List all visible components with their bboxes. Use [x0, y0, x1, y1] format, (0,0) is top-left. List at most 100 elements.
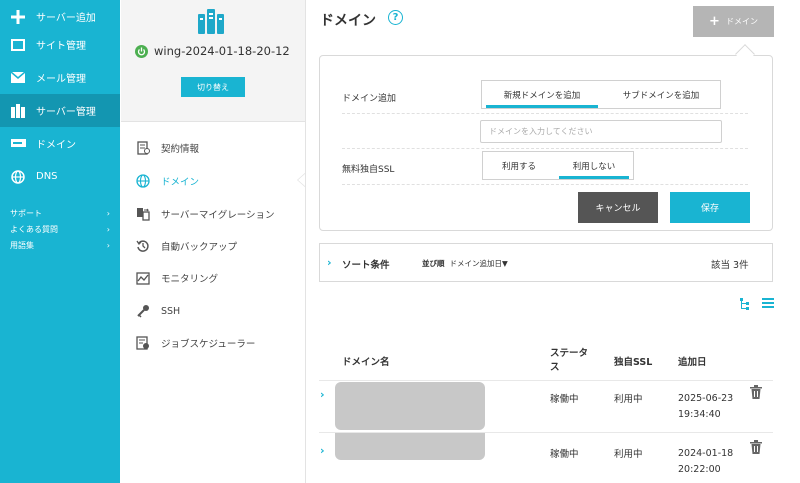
trash-icon[interactable] [750, 440, 762, 454]
menu-item-server-migration[interactable]: サーバーマイグレーション [135, 203, 275, 225]
menu-label: モニタリング [161, 274, 219, 285]
trash-icon[interactable] [750, 385, 762, 399]
domain-type-selector: 新規ドメインを追加 サブドメインを追加 [481, 80, 721, 109]
nav-sub-faq[interactable]: よくある質問 › [10, 223, 110, 235]
form-divider [342, 184, 748, 185]
form-divider [342, 113, 748, 114]
ssl-no-use-option[interactable]: 利用しない [555, 152, 633, 179]
menu-label: ドメイン [161, 177, 200, 188]
menu-item-job-scheduler[interactable]: ジョブスケジューラー [135, 332, 255, 354]
save-button[interactable]: 保存 [670, 192, 750, 223]
cancel-button[interactable]: キャンセル [578, 192, 658, 223]
nav-label: DNS [36, 171, 58, 182]
page-title: ドメイン [320, 13, 376, 29]
nav-item-domain[interactable]: ドメイン [0, 127, 120, 160]
new-domain-option[interactable]: 新規ドメインを追加 [482, 81, 602, 108]
domain-card-icon [10, 136, 26, 152]
plus-icon [10, 9, 26, 25]
ssl-use-option[interactable]: 利用する [483, 152, 555, 179]
sort-order-value: ドメイン追加日▼ [449, 259, 508, 268]
monitoring-icon [135, 270, 151, 286]
nav-sub-support[interactable]: サポート › [10, 207, 110, 219]
plus-icon: + [709, 14, 720, 29]
server-header: wing-2024-01-18-20-12 切り替え [121, 0, 305, 122]
panel-divider [305, 0, 306, 483]
header-status-line1: ステータ [550, 348, 589, 359]
redacted-domain-name [335, 433, 485, 460]
header-status: ステータ ス [550, 347, 588, 375]
expand-row-icon[interactable]: › [320, 444, 325, 457]
status-cell: 稼働中 [550, 394, 579, 405]
form-divider [342, 148, 748, 149]
server-panel: wing-2024-01-18-20-12 切り替え 契約情報 ドメイン サーバ… [121, 0, 305, 483]
nav-sub-label: 用語集 [10, 240, 34, 250]
expand-row-icon[interactable]: › [320, 388, 325, 401]
added-date-cell: 2025-06-23 19:34:40 [678, 391, 733, 423]
menu-item-monitoring[interactable]: モニタリング [135, 267, 218, 289]
ssl-selector: 利用する 利用しない [482, 151, 634, 180]
sort-title: ソート条件 [342, 260, 390, 271]
nav-label: サーバー管理 [36, 107, 96, 118]
sort-order-key: 並び順 [422, 259, 445, 268]
migration-icon [135, 206, 151, 222]
menu-label: ジョブスケジューラー [161, 339, 256, 350]
backup-icon [135, 238, 151, 254]
nav-sub-label: サポート [10, 208, 42, 218]
chevron-right-icon: › [106, 208, 110, 218]
nav-label: ドメイン [36, 140, 76, 151]
add-domain-label: ドメイン [725, 17, 758, 26]
power-icon [135, 44, 148, 58]
key-icon [135, 303, 151, 319]
server-icon [10, 103, 26, 119]
menu-label: SSH [161, 305, 181, 317]
nav-label: サイト管理 [36, 41, 86, 52]
list-view-icon[interactable] [762, 298, 774, 310]
help-icon[interactable]: ? [388, 10, 403, 25]
scheduler-icon [135, 335, 151, 351]
sort-order: 並び順 ドメイン追加日▼ [422, 258, 508, 269]
added-date-cell: 2024-01-18 20:22:00 [678, 446, 733, 478]
menu-item-auto-backup[interactable]: 自動バックアップ [135, 235, 237, 257]
redacted-domain-name [335, 382, 485, 430]
added-time: 19:34:40 [678, 409, 721, 420]
chevron-right-icon: › [106, 224, 110, 234]
header-ssl: 独自SSL [614, 357, 653, 368]
nav-item-dns[interactable]: DNS [0, 160, 120, 193]
menu-item-ssh[interactable]: SSH [135, 300, 180, 322]
nav-label: メール管理 [36, 74, 86, 85]
server-name: wing-2024-01-18-20-12 [135, 44, 290, 58]
nav-sub-glossary[interactable]: 用語集 › [10, 239, 110, 251]
mail-icon [10, 70, 26, 86]
nav-item-mail-management[interactable]: メール管理 [0, 61, 120, 94]
server-name-text: wing-2024-01-18-20-12 [154, 44, 290, 58]
header-status-line2: ス [550, 362, 560, 373]
left-navigation: サーバー追加 サイト管理 メール管理 サーバー管理 ドメイン DNS サポート … [0, 0, 120, 483]
added-time: 20:22:00 [678, 464, 721, 475]
menu-item-contract[interactable]: 契約情報 [135, 137, 199, 159]
ssl-label: 無料独自SSL [342, 165, 395, 175]
menu-item-domain[interactable]: ドメイン [135, 170, 199, 192]
chevron-right-icon[interactable]: › [327, 256, 332, 269]
domain-input[interactable]: ドメインを入力してください [480, 120, 722, 143]
nav-sub-label: よくある質問 [10, 224, 58, 234]
table-divider [319, 380, 773, 381]
switch-server-button[interactable]: 切り替え [181, 77, 245, 97]
menu-label: 自動バックアップ [161, 242, 238, 253]
nav-item-site-management[interactable]: サイト管理 [0, 28, 120, 61]
header-added-date: 追加日 [678, 357, 707, 368]
window-icon [10, 37, 26, 53]
domain-add-label: ドメイン追加 [342, 94, 397, 104]
globe-icon [10, 169, 26, 185]
nav-label: サーバー追加 [36, 13, 96, 24]
globe-icon [135, 173, 151, 189]
status-cell: 稼働中 [550, 449, 579, 460]
server-rack-icon [196, 6, 226, 39]
nav-item-server-management[interactable]: サーバー管理 [0, 94, 120, 127]
subdomain-option[interactable]: サブドメインを追加 [602, 81, 720, 108]
tree-view-icon[interactable] [740, 298, 752, 310]
add-domain-button[interactable]: + ドメイン [693, 6, 774, 37]
added-date: 2024-01-18 [678, 448, 734, 459]
result-count: 該当 3件 [711, 260, 749, 271]
added-date: 2025-06-23 [678, 393, 734, 404]
header-domain-name: ドメイン名 [342, 357, 390, 368]
